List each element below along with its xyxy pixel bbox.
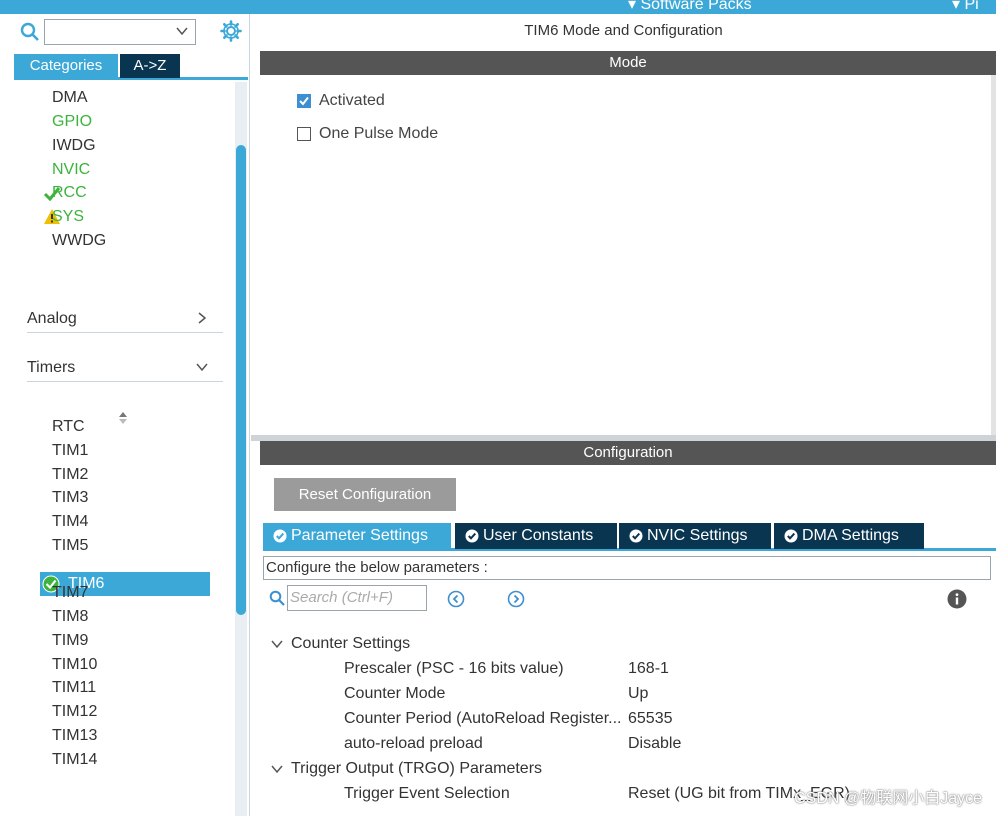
tab-nvic-settings-label: NVIC Settings: [647, 527, 748, 544]
activated-checkbox[interactable]: [297, 94, 311, 108]
tab-dma-settings[interactable]: DMA Settings: [774, 523, 924, 549]
sidebar-item-rtc[interactable]: RTC: [52, 416, 85, 438]
chevron-down-icon[interactable]: [270, 637, 284, 651]
configuration-header: Configuration: [260, 441, 996, 465]
sidebar-item-tim7[interactable]: TIM7: [52, 582, 88, 604]
group-trgo-parameters[interactable]: Trigger Output (TRGO) Parameters: [291, 758, 542, 780]
sidebar-item-tim4[interactable]: TIM4: [52, 511, 88, 533]
section-timers[interactable]: Timers: [27, 354, 223, 382]
category-search-row: [0, 14, 250, 52]
param-name: Trigger Event Selection: [344, 785, 510, 802]
param-value[interactable]: Up: [628, 683, 648, 705]
param-row[interactable]: Prescaler (PSC - 16 bits value) 168-1: [344, 658, 984, 680]
tab-a-to-z[interactable]: A->Z: [120, 54, 180, 78]
sidebar-item-tim2[interactable]: TIM2: [52, 464, 88, 486]
sidebar-item-wwdg[interactable]: WWDG: [52, 230, 106, 252]
sidebar-item-tim14[interactable]: TIM14: [52, 749, 97, 771]
sidebar-item-iwdg[interactable]: IWDG: [52, 135, 96, 157]
sidebar-item-tim13[interactable]: TIM13: [52, 725, 97, 747]
chevron-right-icon: [198, 312, 207, 324]
tab-nvic-settings[interactable]: NVIC Settings: [619, 523, 771, 549]
check-circle-icon: [629, 529, 643, 543]
reset-configuration-button[interactable]: Reset Configuration: [274, 478, 456, 511]
group-counter-settings[interactable]: Counter Settings: [291, 633, 410, 655]
activated-label: Activated: [319, 92, 385, 109]
param-name: Counter Mode: [344, 685, 446, 702]
chevron-down-icon: [196, 363, 208, 372]
sidebar-item-tim12[interactable]: TIM12: [52, 701, 97, 723]
page-title: TIM6 Mode and Configuration: [524, 22, 723, 39]
sidebar-item-rcc[interactable]: RCC: [52, 182, 87, 204]
param-value[interactable]: 65535: [628, 708, 673, 730]
top-toolbar: ▾ Software Packs ▾ Pi: [0, 0, 996, 14]
configuration-tabs: Parameter Settings User Constants NVIC S…: [263, 523, 996, 551]
chevron-down-icon[interactable]: [270, 762, 284, 776]
category-search-input[interactable]: [44, 19, 196, 45]
tab-user-constants[interactable]: User Constants: [455, 523, 617, 549]
param-value[interactable]: Disable: [628, 733, 681, 755]
checkmark-icon: [299, 96, 309, 106]
peripheral-config-panel: TIM6 Mode and Configuration Mode Activat…: [251, 14, 996, 816]
software-packs-menu[interactable]: ▾ Software Packs: [628, 0, 752, 14]
tab-user-constants-label: User Constants: [483, 527, 594, 544]
sidebar-item-tim1[interactable]: TIM1: [52, 440, 88, 462]
mode-header: Mode: [260, 51, 996, 75]
param-value[interactable]: 168-1: [628, 658, 669, 680]
tab-dma-settings-label: DMA Settings: [802, 527, 899, 544]
sidebar-item-tim11[interactable]: TIM11: [52, 677, 96, 699]
one-pulse-mode-label: One Pulse Mode: [319, 125, 439, 142]
sidebar-item-tim8[interactable]: TIM8: [52, 606, 88, 628]
pinout-menu[interactable]: ▾ Pi: [952, 0, 979, 14]
sidebar-item-tim5[interactable]: TIM5: [52, 535, 88, 557]
mode-panel: Mode Activated One Pulse Mode: [260, 51, 996, 435]
param-name: Counter Period (AutoReload Register...: [344, 710, 622, 727]
category-view-tabs: Categories A->Z: [14, 54, 248, 80]
section-timers-label: Timers: [27, 359, 76, 376]
configure-instructions: Configure the below parameters :: [263, 556, 991, 580]
sidebar-item-sys[interactable]: SYS: [52, 206, 84, 228]
search-icon[interactable]: [269, 590, 285, 606]
sidebar-item-tim10[interactable]: TIM10: [52, 654, 97, 676]
sidebar-item-gpio[interactable]: GPIO: [52, 111, 92, 133]
gear-icon[interactable]: [220, 20, 242, 42]
check-circle-icon: [784, 529, 798, 543]
section-analog[interactable]: Analog: [27, 305, 223, 333]
watermark: CSDN @物联网小白Jayce: [794, 790, 982, 807]
section-analog-label: Analog: [27, 310, 77, 327]
sidebar-item-nvic[interactable]: NVIC: [52, 159, 90, 181]
param-row[interactable]: Counter Mode Up: [344, 683, 984, 705]
check-circle-icon: [273, 529, 287, 543]
info-icon[interactable]: [947, 589, 967, 609]
one-pulse-mode-checkbox[interactable]: [297, 127, 311, 141]
categories-panel: Categories A->Z DMA GPIO IWDG NVIC RCC S…: [0, 14, 250, 816]
check-circle-icon: [465, 529, 479, 543]
search-icon[interactable]: [20, 22, 40, 42]
param-row[interactable]: auto-reload preload Disable: [344, 733, 984, 755]
sidebar-item-dma[interactable]: DMA: [52, 87, 88, 109]
param-row[interactable]: Counter Period (AutoReload Register... 6…: [344, 708, 984, 730]
tab-parameter-settings[interactable]: Parameter Settings: [263, 523, 451, 549]
configuration-panel: Configuration Reset Configuration Parame…: [260, 441, 996, 816]
category-scrollbar-thumb[interactable]: [236, 145, 246, 615]
param-name: auto-reload preload: [344, 735, 483, 752]
tab-categories[interactable]: Categories: [14, 54, 118, 78]
param-name: Prescaler (PSC - 16 bits value): [344, 660, 564, 677]
tab-parameter-settings-label: Parameter Settings: [291, 527, 428, 544]
parameter-search-input[interactable]: Search (Ctrl+F): [287, 585, 427, 611]
previous-match-icon[interactable]: [447, 590, 465, 608]
sidebar-item-tim9[interactable]: TIM9: [52, 630, 88, 652]
chevron-down-icon[interactable]: [175, 24, 189, 38]
sort-icon[interactable]: [117, 410, 129, 426]
sidebar-item-tim3[interactable]: TIM3: [52, 487, 88, 509]
next-match-icon[interactable]: [507, 590, 525, 608]
